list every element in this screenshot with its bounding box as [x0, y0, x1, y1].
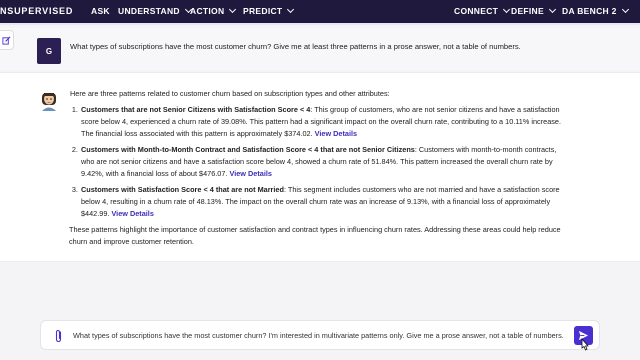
answer-conclusion: These patterns highlight the importance …: [69, 225, 561, 246]
view-details-link[interactable]: View Details: [111, 209, 153, 218]
nav-define[interactable]: DEFINE: [511, 5, 557, 16]
question-text: What types of subscriptions have the mos…: [70, 42, 521, 51]
view-details-link[interactable]: View Details: [229, 169, 271, 178]
user-avatar: G: [37, 38, 61, 64]
nav-predict-label: PREDICT: [243, 6, 283, 16]
nav-connect[interactable]: CONNECT: [454, 5, 511, 16]
nav-predict[interactable]: PREDICT: [243, 5, 295, 16]
nav-action-label: ACTION: [190, 6, 225, 16]
nav-workspace-label: DA BENCH 2: [562, 6, 617, 16]
mouse-pointer-icon: [581, 338, 589, 351]
chevron-down-icon: [503, 5, 511, 14]
nav-connect-label: CONNECT: [454, 6, 499, 16]
pattern-item: Customers with Month-to-Month Contract a…: [80, 144, 568, 180]
chevron-down-icon: [621, 5, 629, 14]
pattern-item: Customers that are not Senior Citizens w…: [80, 104, 568, 140]
nav-divider: [0, 23, 640, 25]
paperclip-icon[interactable]: [54, 329, 64, 343]
nav-ask-label: ASK: [91, 6, 110, 16]
view-details-link[interactable]: View Details: [315, 129, 357, 138]
pattern-list: Customers that are not Senior Citizens w…: [70, 104, 568, 220]
chevron-down-icon: [287, 5, 295, 14]
pattern-title: Customers with Month-to-Month Contract a…: [81, 145, 415, 154]
nav-action[interactable]: ACTION: [190, 5, 237, 16]
chevron-down-icon: [229, 5, 237, 14]
nav-understand[interactable]: UNDERSTAND: [118, 5, 192, 16]
nav-define-label: DEFINE: [511, 6, 544, 16]
nav-understand-label: UNDERSTAND: [118, 6, 180, 16]
top-nav: NSUPERVISED ASK UNDERSTAND ACTION PREDIC…: [0, 0, 640, 23]
answer-body: Here are three patterns related to custo…: [69, 88, 568, 252]
chevron-down-icon: [548, 5, 557, 14]
brand-logo[interactable]: NSUPERVISED: [0, 6, 73, 16]
nav-workspace[interactable]: DA BENCH 2: [562, 5, 629, 16]
edit-button[interactable]: [0, 30, 14, 50]
pattern-title: Customers with Satisfaction Score < 4 th…: [81, 185, 284, 194]
bot-avatar-icon: [42, 93, 56, 111]
nav-ask[interactable]: ASK: [91, 6, 110, 16]
pattern-item: Customers with Satisfaction Score < 4 th…: [80, 184, 568, 220]
pattern-title: Customers that are not Senior Citizens w…: [81, 105, 311, 114]
chat-input-bar: What types of subscriptions have the mos…: [40, 320, 600, 350]
edit-icon: [2, 36, 11, 45]
answer-intro: Here are three patterns related to custo…: [70, 89, 390, 98]
chat-input[interactable]: What types of subscriptions have the mos…: [73, 331, 564, 340]
